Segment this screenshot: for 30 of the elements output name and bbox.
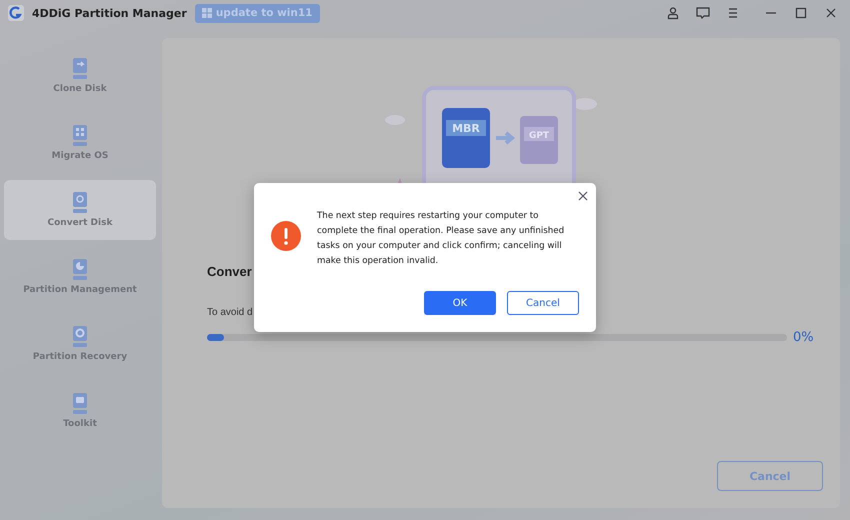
- app-logo-icon: [8, 5, 24, 21]
- windows-icon: [202, 8, 212, 18]
- sidebar-item[interactable]: Partition Management: [4, 247, 156, 307]
- progress-reading: 0%: [793, 330, 815, 345]
- section-heading: Conver: [207, 264, 252, 279]
- user-icon[interactable]: [666, 6, 680, 20]
- maximize-icon[interactable]: [794, 6, 808, 20]
- drive-icon: [70, 259, 90, 281]
- drive-icon: [70, 125, 90, 147]
- sidebar-item[interactable]: Convert Disk: [4, 180, 156, 240]
- sidebar-item[interactable]: Toolkit: [4, 381, 156, 441]
- drive-icon: [70, 393, 90, 415]
- dialog-message: The next step requires restarting your computer to complete the final operation. Please save any unfinished tasks on your computer and click confirm; canceling will make this operation invalid.: [317, 210, 566, 268]
- drive-icon: [70, 192, 90, 214]
- menu-icon[interactable]: [726, 6, 740, 20]
- sidebar-item[interactable]: Partition Recovery: [4, 314, 156, 374]
- cancel-button[interactable]: Cancel: [507, 291, 579, 315]
- sidebar-item[interactable]: Clone Disk: [4, 46, 156, 106]
- drive-icon: [70, 326, 90, 348]
- ok-button[interactable]: OK: [424, 291, 496, 315]
- app-title: 4DDiG Partition Manager: [32, 6, 187, 20]
- update-button[interactable]: update to win11: [194, 4, 320, 22]
- warning-icon: [271, 221, 301, 251]
- drive-icon: [70, 58, 90, 80]
- cancel-button[interactable]: Cancel: [717, 461, 823, 491]
- chat-icon[interactable]: [696, 6, 710, 20]
- sidebar-item[interactable]: Migrate OS: [4, 113, 156, 173]
- close-icon[interactable]: [824, 6, 838, 20]
- close-icon[interactable]: [578, 191, 588, 201]
- hint-text: To avoid d: [207, 307, 253, 318]
